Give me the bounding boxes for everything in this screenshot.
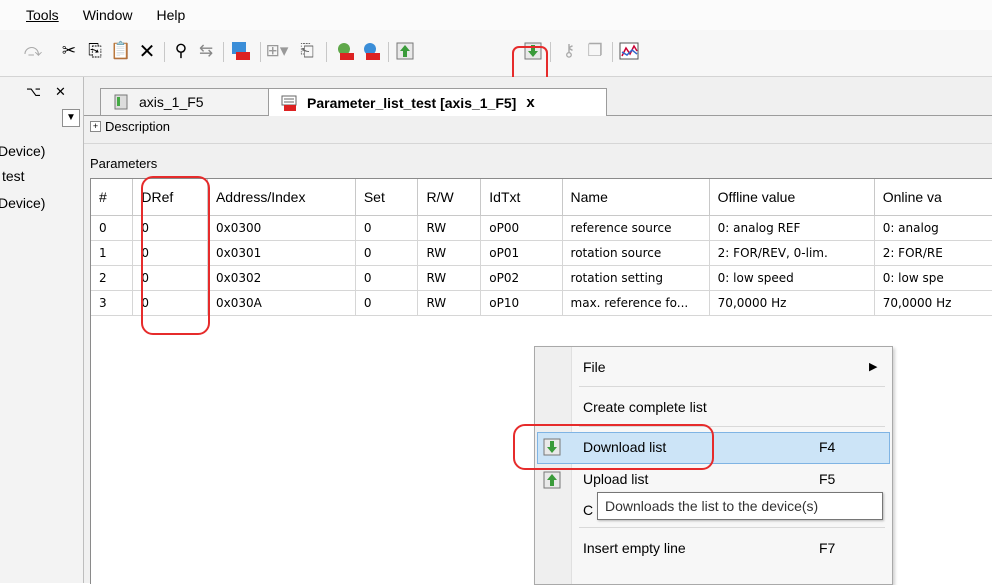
tree-item[interactable]: test (2, 168, 25, 184)
table-cell[interactable]: 70,0000 Hz (874, 290, 992, 316)
tree-item[interactable]: Device) (0, 143, 45, 159)
table-cell[interactable]: 0: low spe (874, 265, 992, 291)
keb-write-icon[interactable] (360, 40, 382, 62)
expand-icon: + (90, 121, 101, 132)
table-row[interactable]: 2 0 0x0302 0 RW oP02 rotation setting 0: low sp… (91, 265, 992, 291)
table-cell[interactable]: 2: FOR/RE (874, 240, 992, 266)
submenu-arrow-icon: ▶ (869, 361, 878, 373)
table-cell[interactable]: 0 (355, 215, 419, 241)
table-cell[interactable]: max. reference fo... (562, 290, 710, 316)
column-header[interactable]: Address/Index (207, 179, 356, 216)
shortcut-f7: F7 (819, 540, 836, 556)
table-cell[interactable]: 0x030A (207, 290, 356, 316)
close-panel-icon[interactable]: ✕ (55, 84, 66, 100)
replace-icon[interactable]: ⇆ (195, 40, 217, 62)
delete-icon[interactable]: ✕ (136, 40, 158, 63)
table-cell[interactable]: 0 (355, 290, 419, 316)
table-cell[interactable]: 0: analog (874, 215, 992, 241)
table-cell[interactable]: 0 (355, 265, 419, 291)
shortcut-f4: F4 (819, 439, 836, 455)
menu-tools[interactable]: Tools (26, 7, 59, 23)
redo-icon[interactable]: ⤼ (22, 40, 44, 62)
column-header[interactable]: Name (562, 179, 710, 216)
table-cell[interactable]: 0x0300 (207, 215, 356, 241)
table-cell[interactable]: 1 (91, 240, 134, 266)
copy-list-icon[interactable]: ❐ (584, 40, 606, 62)
menu-help[interactable]: Help (156, 7, 185, 23)
table-row[interactable]: 1 0 0x0301 0 RW oP01 rotation source 2: FOR/REV… (91, 240, 992, 266)
table-cell[interactable]: 0x0302 (207, 265, 356, 291)
table-cell[interactable]: 0: analog REF (709, 215, 875, 241)
copy-icon[interactable]: ⎘ (84, 40, 106, 62)
close-tab-icon[interactable]: x (526, 94, 534, 111)
description-expander[interactable]: + Description (90, 119, 170, 134)
table-cell[interactable]: RW (417, 265, 482, 291)
table-cell[interactable]: 2: FOR/REV, 0-lim. (709, 240, 875, 266)
tooltip: Downloads the list to the device(s) (597, 492, 883, 520)
table-cell[interactable]: 70,0000 Hz (709, 290, 875, 316)
tab-label: axis_1_F5 (139, 94, 204, 110)
device-icon (113, 94, 129, 110)
table-cell[interactable]: oP01 (480, 240, 563, 266)
parameters-label: Parameters (90, 156, 158, 171)
column-header[interactable]: IdTxt (480, 179, 563, 216)
menu-bar: Tools Window Help (0, 0, 992, 31)
table-cell[interactable]: 0x0301 (207, 240, 356, 266)
column-header[interactable]: Offline value (709, 179, 875, 216)
table-cell[interactable]: 2 (91, 265, 134, 291)
column-header[interactable]: Online va (874, 179, 992, 216)
cut-icon[interactable]: ✂ (58, 40, 80, 62)
tab-axis[interactable]: axis_1_F5 (100, 88, 270, 115)
dropdown-icon[interactable]: ▼ (62, 109, 80, 127)
scope-icon[interactable] (618, 40, 640, 62)
menu-item-file[interactable]: File (583, 359, 606, 375)
table-cell[interactable]: 3 (91, 290, 134, 316)
menu-item-upload-list[interactable]: Upload list (583, 471, 648, 487)
left-dock-panel: ⌥ ✕ ▼ Device) test Device) (0, 77, 84, 583)
table-cell[interactable]: 0: low speed (709, 265, 875, 291)
toolbar: ⤼ ✂ ⎘ 📋 ✕ ⚲ ⇆ ⊞▾ ⎗ ⚷ ❐ (0, 30, 992, 86)
table-cell[interactable]: reference source (562, 215, 710, 241)
table-cell[interactable]: rotation setting (562, 265, 710, 291)
upload-icon[interactable] (394, 40, 416, 62)
table-cell[interactable]: RW (417, 240, 482, 266)
menu-window[interactable]: Window (83, 7, 133, 23)
table-cell[interactable]: 0 (91, 215, 134, 241)
keb-read-icon[interactable] (334, 40, 356, 62)
tab-parameter-list[interactable]: Parameter_list_test [axis_1_F5] x (268, 88, 607, 116)
menu-item-partial[interactable]: C (583, 502, 593, 518)
table-cell[interactable]: oP02 (480, 265, 563, 291)
key-icon[interactable]: ⚷ (558, 40, 580, 62)
table-cell[interactable]: oP00 (480, 215, 563, 241)
table-row[interactable]: 0 0 0x0300 0 RW oP00 reference source 0: analog… (91, 215, 992, 241)
tab-strip: axis_1_F5 Parameter_list_test [axis_1_F5… (84, 77, 992, 116)
menu-item-create-complete-list[interactable]: Create complete list (583, 399, 707, 415)
table-row[interactable]: 3 0 0x030A 0 RW oP10 max. reference fo... 70,00… (91, 290, 992, 316)
table-cell[interactable]: RW (417, 290, 482, 316)
pin-icon[interactable]: ⌥ (26, 84, 41, 100)
shortcut-f5: F5 (819, 471, 836, 487)
tab-label: Parameter_list_test [axis_1_F5] (307, 94, 517, 111)
column-header[interactable]: Set (355, 179, 419, 216)
table-cell[interactable]: 0 (355, 240, 419, 266)
download-list-highlight (513, 424, 714, 470)
column-header[interactable]: # (91, 179, 134, 216)
find-icon[interactable]: ⚲ (170, 40, 192, 62)
keb-device-icon[interactable] (230, 40, 252, 62)
table-cell[interactable]: oP10 (480, 290, 563, 316)
insert-icon[interactable]: ⊞▾ (266, 40, 289, 62)
description-label: Description (105, 119, 171, 134)
upload-list-icon (543, 471, 561, 492)
tree-item[interactable]: Device) (0, 195, 45, 211)
menu-item-insert-empty-line[interactable]: Insert empty line (583, 540, 686, 556)
table-cell[interactable]: RW (417, 215, 482, 241)
dref-column-highlight (141, 176, 210, 335)
open-icon[interactable]: ⎗ (296, 40, 318, 62)
table-cell[interactable]: rotation source (562, 240, 710, 266)
paste-icon[interactable]: 📋 (110, 40, 132, 62)
column-header[interactable]: R/W (417, 179, 482, 216)
keb-list-icon (281, 95, 297, 111)
